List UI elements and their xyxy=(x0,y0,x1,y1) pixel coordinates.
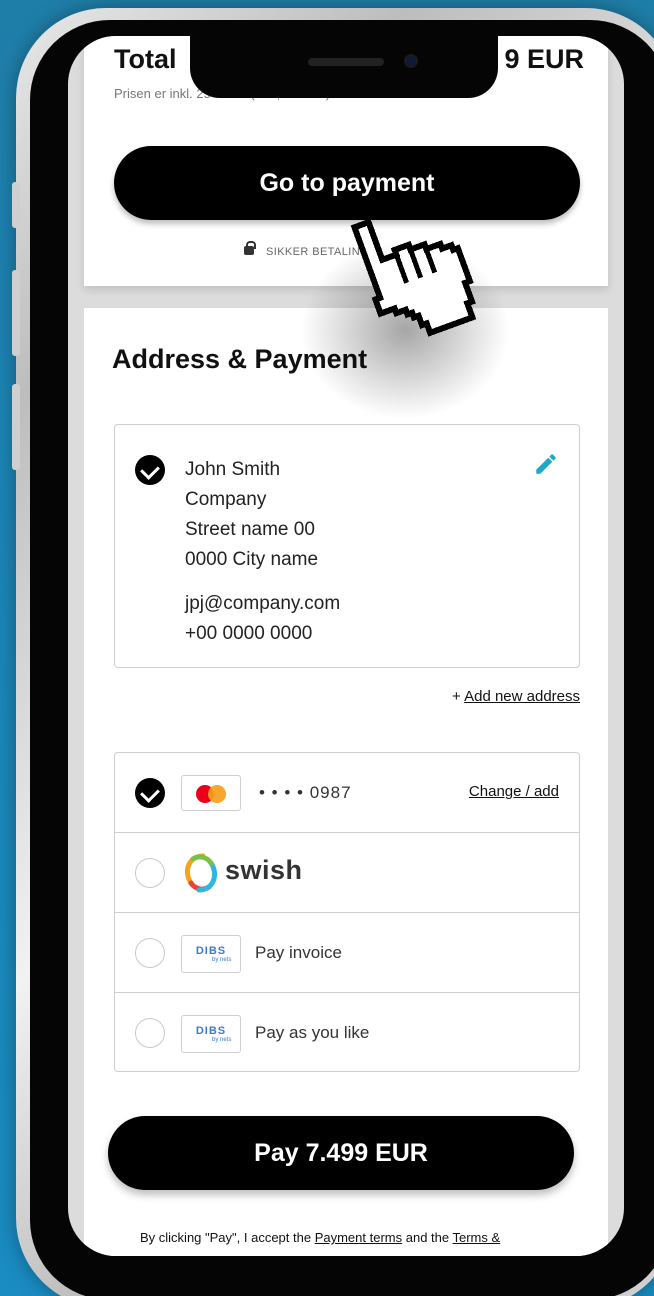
check-icon[interactable] xyxy=(135,778,165,808)
payment-option-invoice[interactable]: DIBS by nets Pay invoice xyxy=(115,913,579,993)
radio-button[interactable] xyxy=(135,938,165,968)
camera xyxy=(404,54,418,68)
side-button xyxy=(12,384,20,470)
dibs-icon: DIBS by nets xyxy=(181,1015,241,1053)
address-card[interactable]: John Smith Company Street name 00 0000 C… xyxy=(114,424,580,668)
total-amount: 9 EUR xyxy=(504,44,584,74)
address-street: Street name 00 xyxy=(185,519,315,540)
address-name: John Smith xyxy=(185,459,281,480)
radio-button[interactable] xyxy=(135,1018,165,1048)
mastercard-icon xyxy=(181,775,241,811)
change-card-link[interactable]: Change / add xyxy=(469,783,559,800)
card-number-masked: • • • • 0987 xyxy=(259,783,352,802)
payment-methods: • • • • 0987 Change / add swish DIBS by … xyxy=(114,752,580,1072)
side-button xyxy=(12,270,20,356)
lock-icon xyxy=(244,241,256,255)
pay-button[interactable]: Pay 7.499 EUR xyxy=(108,1116,574,1190)
check-icon[interactable] xyxy=(135,455,165,485)
side-button xyxy=(12,182,20,228)
speaker xyxy=(308,58,384,66)
radio-button[interactable] xyxy=(135,858,165,888)
swish-label: swish xyxy=(225,855,303,885)
address-company: Company xyxy=(185,489,267,510)
add-new-address-link[interactable]: Add new address xyxy=(464,688,580,705)
address-phone: +00 0000 0000 xyxy=(185,623,313,644)
payment-terms-link[interactable]: Payment terms xyxy=(315,1230,402,1245)
address-email: jpj@company.com xyxy=(185,593,341,614)
dibs-icon: DIBS by nets xyxy=(181,935,241,973)
pay-invoice-label: Pay invoice xyxy=(255,943,342,962)
terms-text: By clicking "Pay", I accept the Payment … xyxy=(140,1230,501,1245)
pencil-icon[interactable] xyxy=(533,451,559,477)
terms-link[interactable]: Terms & xyxy=(453,1230,501,1245)
payment-option-card[interactable]: • • • • 0987 Change / add xyxy=(115,753,579,833)
payment-option-swish[interactable]: swish xyxy=(115,833,579,913)
address-city: 0000 City name xyxy=(185,549,319,570)
add-new-address[interactable]: + Add new address xyxy=(452,688,580,705)
checkout-card: Address & Payment John Smith Company Str… xyxy=(84,308,608,1256)
address-details: John Smith Company Street name 00 0000 C… xyxy=(185,455,340,649)
pay-as-you-like-label: Pay as you like xyxy=(255,1023,370,1042)
total-label: Total xyxy=(114,44,177,74)
payment-option-flex[interactable]: DIBS by nets Pay as you like xyxy=(115,993,579,1073)
hand-cursor-icon xyxy=(350,218,477,337)
swish-icon xyxy=(185,853,217,893)
phone-notch xyxy=(190,36,498,98)
add-address-prefix: + xyxy=(451,688,461,705)
